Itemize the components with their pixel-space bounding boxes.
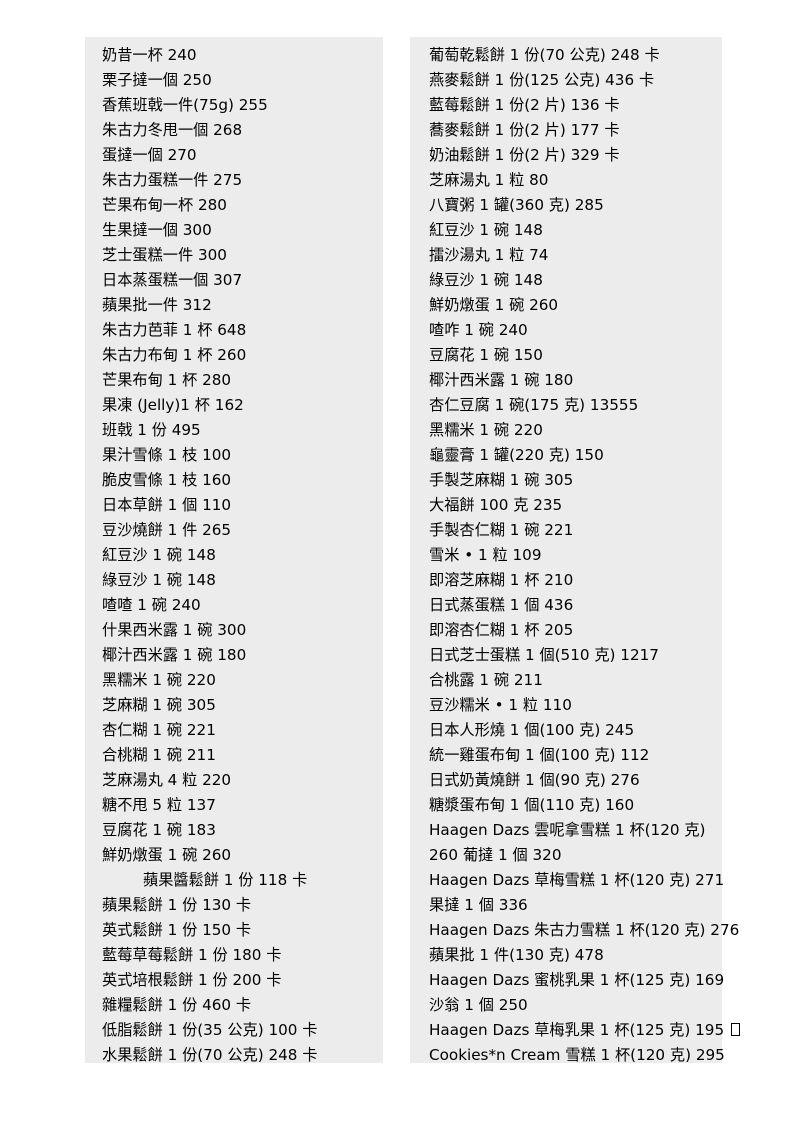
food-item-line: 葡萄乾鬆餅 1 份(70 公克) 248 卡 — [429, 46, 660, 64]
food-item-line: 綠豆沙 1 碗 148 — [429, 271, 543, 289]
food-item-line: 沙翁 1 個 250 — [429, 996, 528, 1014]
food-item-line: 豆腐花 1 碗 183 — [102, 821, 216, 839]
food-item-line: Haagen Dazs 朱古力雪糕 1 杯(120 克) 276 — [429, 921, 740, 939]
food-item-line: 燕麥鬆餅 1 份(125 公克) 436 卡 — [429, 71, 655, 89]
food-item-line: 椰汁西米露 1 碗 180 — [102, 646, 247, 664]
food-item-line: 紅豆沙 1 碗 148 — [429, 221, 543, 239]
food-item-line: 芝麻糊 1 碗 305 — [102, 696, 216, 714]
food-item-line: 生果撻一個 300 — [102, 221, 212, 239]
food-item-line: 奶昔一杯 240 — [102, 46, 197, 64]
food-item-line: 栗子撻一個 250 — [102, 71, 212, 89]
food-item-line: 果撻 1 個 336 — [429, 896, 528, 914]
food-item-line: 豆沙燒餅 1 件 265 — [102, 521, 232, 539]
food-item-line: 豆腐花 1 碗 150 — [429, 346, 543, 364]
food-item-line: 朱古力布甸 1 杯 260 — [102, 346, 247, 364]
food-item-line: 芒果布甸 1 杯 280 — [102, 371, 232, 389]
food-item-line: 雜糧鬆餅 1 份 460 卡 — [102, 996, 252, 1014]
food-item-line: 日本人形燒 1 個(100 克) 245 — [429, 721, 635, 739]
food-item-line: 香蕉班戟一件(75g) 255 — [102, 96, 268, 114]
food-item-line: 朱古力冬甩一個 268 — [102, 121, 243, 139]
food-item-line: 蘋果批一件 312 — [102, 296, 212, 314]
food-item-line: 日式奶黃燒餅 1 個(90 克) 276 — [429, 771, 640, 789]
food-item-line: 喳咋 1 碗 240 — [429, 321, 528, 339]
food-item-line: 手製芝麻糊 1 碗 305 — [429, 471, 574, 489]
food-item-line: 芝麻湯丸 4 粒 220 — [102, 771, 232, 789]
food-item-line: 蘋果鬆餅 1 份 130 卡 — [102, 896, 252, 914]
food-item-line: 蘋果醬鬆餅 1 份 118 卡 — [143, 871, 308, 889]
two-column-layout: 奶昔一杯 240 栗子撻一個 250 香蕉班戟一件(75g) 255 朱古力冬甩一個 … — [0, 0, 794, 1123]
food-item-line: 朱古力芭菲 1 杯 648 — [102, 321, 247, 339]
food-item-line: 日式蒸蛋糕 1 個 436 — [429, 596, 574, 614]
food-item-line: 杏仁豆腐 1 碗(175 克) 13555 — [429, 396, 639, 414]
left-column: 奶昔一杯 240 栗子撻一個 250 香蕉班戟一件(75g) 255 朱古力冬甩一個 … — [85, 37, 383, 1064]
food-item-line: 芝士蛋糕一件 300 — [102, 246, 227, 264]
food-item-line: 龜靈膏 1 罐(220 克) 150 — [429, 446, 604, 464]
food-item-line: 杏仁糊 1 碗 221 — [102, 721, 216, 739]
right-column: 葡萄乾鬆餅 1 份(70 公克) 248 卡燕麥鬆餅 1 份(125 公克) 4… — [410, 37, 740, 1064]
food-item-line: 日式芝士蛋糕 1 個(510 克) 1217 — [429, 646, 659, 664]
food-item-line: 什果西米露 1 碗 300 — [102, 621, 247, 639]
food-item-line: 喳喳 1 碗 240 — [102, 596, 201, 614]
food-item-line: 朱古力蛋糕一件 275 — [102, 171, 243, 189]
food-item-line: 紅豆沙 1 碗 148 — [102, 546, 216, 564]
food-item-line: 果凍 (Jelly)1 杯 162 — [102, 396, 244, 414]
food-item-line: 蕎麥鬆餅 1 份(2 片) 177 卡 — [429, 121, 620, 139]
food-item-line: Haagen Dazs 雲呢拿雪糕 1 杯(120 克) — [429, 821, 706, 839]
food-item-line: 奶油鬆餅 1 份(2 片) 329 卡 — [429, 146, 620, 164]
food-item-line: 英式鬆餅 1 份 150 卡 — [102, 921, 252, 939]
food-item-line: 低脂鬆餅 1 份(35 公克) 100 卡 — [102, 1021, 318, 1039]
food-item-line: 班戟 1 份 495 — [102, 421, 201, 439]
food-item-line: 合桃糊 1 碗 211 — [102, 746, 216, 764]
food-item-line: 脆皮雪條 1 枝 160 — [102, 471, 232, 489]
food-item-line: 日本蒸蛋糕一個 307 — [102, 271, 243, 289]
food-item-line: Cookies*n Cream 雪糕 1 杯(120 克) 295 — [429, 1046, 725, 1064]
food-item-line: 日本草餅 1 個 110 — [102, 496, 232, 514]
food-item-line: 即溶芝麻糊 1 杯 210 — [429, 571, 574, 589]
food-item-line: 果汁雪條 1 枝 100 — [102, 446, 232, 464]
food-item-line: 黑糯米 1 碗 220 — [429, 421, 543, 439]
food-item-line: 鮮奶燉蛋 1 碗 260 — [429, 296, 559, 314]
food-item-line: 黑糯米 1 碗 220 — [102, 671, 216, 689]
food-item-line: Haagen Dazs 草梅雪糕 1 杯(120 克) 271 — [429, 871, 725, 889]
food-item-line: 手製杏仁糊 1 碗 221 — [429, 521, 574, 539]
food-item-line: Haagen Dazs 蜜桃乳果 1 杯(125 克) 169 — [429, 971, 725, 989]
food-item-line: 綠豆沙 1 碗 148 — [102, 571, 216, 589]
food-item-line: 糖漿蛋布甸 1 個(110 克) 160 — [429, 796, 635, 814]
food-item-line: 英式培根鬆餅 1 份 200 卡 — [102, 971, 282, 989]
food-item-line: 芒果布甸一杯 280 — [102, 196, 227, 214]
food-item-line: 即溶杏仁糊 1 杯 205 — [429, 621, 574, 639]
food-item-line: 藍莓草莓鬆餅 1 份 180 卡 — [102, 946, 282, 964]
food-item-line: 糖不甩 5 粒 137 — [102, 796, 216, 814]
food-item-line: 八寶粥 1 罐(360 克) 285 — [429, 196, 604, 214]
food-item-line: 260 葡撻 1 個 320 — [429, 846, 562, 864]
food-item-line: 統一雞蛋布甸 1 個(100 克) 112 — [429, 746, 650, 764]
food-item-line: 擂沙湯丸 1 粒 74 — [429, 246, 549, 264]
food-item-line: 鮮奶燉蛋 1 碗 260 — [102, 846, 232, 864]
food-item-line: 大福餅 100 克 235 — [429, 496, 563, 514]
food-item-line: 芝麻湯丸 1 粒 80 — [429, 171, 549, 189]
missing-glyph-icon — [730, 1023, 740, 1036]
document-page: 奶昔一杯 240 栗子撻一個 250 香蕉班戟一件(75g) 255 朱古力冬甩一個 … — [0, 0, 794, 1123]
food-item-line: Haagen Dazs 草梅乳果 1 杯(125 克) 195 — [410, 1018, 740, 1043]
food-item-line: 合桃露 1 碗 211 — [429, 671, 543, 689]
food-item-line: 蛋撻一個 270 — [102, 146, 197, 164]
food-item-line: 椰汁西米露 1 碗 180 — [429, 371, 574, 389]
food-item-line: 蘋果批 1 件(130 克) 478 — [429, 946, 604, 964]
food-item-line: 雪米 • 1 粒 109 — [429, 546, 542, 564]
food-item-line: 豆沙糯米 • 1 粒 110 — [429, 696, 572, 714]
food-item-line: 藍莓鬆餅 1 份(2 片) 136 卡 — [429, 96, 620, 114]
food-item-line: 水果鬆餅 1 份(70 公克) 248 卡 — [102, 1046, 318, 1064]
